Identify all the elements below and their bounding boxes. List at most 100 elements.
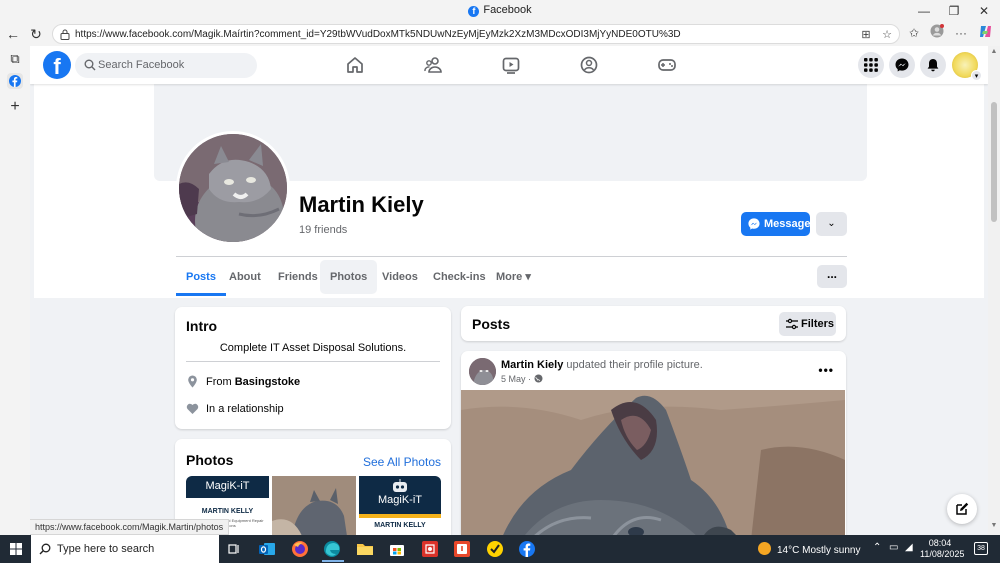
address-bar[interactable]: https://www.facebook.com/Magik.Maírtin?c…	[52, 24, 900, 44]
back-button[interactable]: ←	[5, 26, 21, 42]
red-app-icon[interactable]	[420, 539, 440, 559]
photo-thumb-3[interactable]: MagiK-iT MARTIN KELLY	[359, 476, 441, 535]
outlook-icon[interactable]	[257, 539, 277, 559]
app-available-icon[interactable]: ⊞	[859, 28, 873, 42]
task-view-icon[interactable]	[224, 539, 244, 559]
gaming-icon[interactable]	[657, 55, 677, 75]
messenger-icon	[748, 218, 760, 230]
refresh-button[interactable]: ↻	[28, 26, 44, 42]
battery-icon[interactable]: ▭	[889, 542, 898, 553]
intro-from-row: From Basingstoke	[186, 375, 300, 388]
page-scrollbar[interactable]: ▲ ▼	[988, 46, 1000, 535]
facebook-tab-icon[interactable]	[7, 73, 23, 89]
favorite-star-icon[interactable]: ☆	[880, 28, 894, 42]
facebook-search-input[interactable]: Search Facebook	[75, 53, 257, 78]
profile-header: Martin Kiely 19 friends Message ⌄ Posts …	[34, 84, 984, 298]
intro-bio: Complete IT Asset Disposal Solutions.	[219, 342, 407, 354]
browser-side-panel: ⧉ +	[0, 46, 30, 535]
windows-taskbar: Type here to search 14°C Mostly sunny ⌃ …	[0, 535, 1000, 563]
new-tab-icon[interactable]: +	[7, 99, 23, 115]
profile-options-dropdown[interactable]: ⌄	[816, 212, 847, 236]
filters-label: Filters	[801, 318, 835, 330]
from-place-link[interactable]: Basingstoke	[235, 376, 300, 388]
settings-more-icon[interactable]: ···	[952, 24, 970, 42]
notification-center-badge[interactable]: 38	[974, 542, 988, 555]
tab-check-ins[interactable]: Check-ins	[423, 259, 496, 296]
account-avatar[interactable]: ▾	[952, 52, 982, 81]
edge-icon[interactable]	[322, 539, 342, 559]
photos-title: Photos	[186, 452, 234, 468]
facebook-logo[interactable]: f	[43, 51, 71, 79]
friends-count[interactable]: 19 friends	[299, 224, 347, 236]
friends-icon[interactable]	[423, 55, 443, 75]
posts-header-card: Posts Filters	[461, 306, 846, 341]
edge-active-indicator	[322, 560, 344, 562]
norton-icon[interactable]	[485, 539, 505, 559]
taskbar-search-placeholder: Type here to search	[57, 543, 155, 555]
file-explorer-icon[interactable]	[355, 539, 375, 559]
tab-friends[interactable]: Friends	[268, 259, 328, 296]
tab-about[interactable]: About	[219, 259, 271, 296]
groups-icon[interactable]	[579, 55, 599, 75]
heart-icon	[186, 403, 199, 414]
facebook-taskbar-icon[interactable]	[517, 539, 537, 559]
see-all-photos-link[interactable]: See All Photos	[363, 455, 441, 469]
facebook-top-nav: f Search Facebook ▾	[30, 46, 988, 84]
profile-picture[interactable]	[176, 131, 290, 245]
window-title: f Facebook	[0, 4, 1000, 17]
copilot-icon[interactable]	[976, 24, 994, 42]
post-author-link[interactable]: Martin Kiely	[501, 359, 563, 371]
weather-widget[interactable]: 14°C Mostly sunny	[758, 542, 860, 556]
scrollbar-thumb[interactable]	[991, 102, 997, 222]
browser-toolbar: ← ↻ https://www.facebook.com/Magik.Maírt…	[0, 22, 1000, 46]
post-header-text: Martin Kiely updated their profile pictu…	[501, 359, 703, 371]
tray-chevron-icon[interactable]: ⌃	[873, 542, 881, 553]
status-url-preview: https://www.facebook.com/Magik.Martin/ph…	[30, 519, 230, 535]
menu-grid-icon	[864, 58, 878, 72]
power-app-icon[interactable]	[452, 539, 472, 559]
window-titlebar: f Facebook — ❐ ✕	[0, 0, 1000, 22]
search-icon	[39, 543, 51, 555]
profile-name: Martin Kiely	[299, 192, 424, 217]
tab-videos[interactable]: Videos	[372, 259, 428, 296]
filters-button[interactable]: Filters	[779, 312, 836, 336]
chevron-down-icon: ▾	[971, 70, 982, 81]
store-icon[interactable]	[387, 539, 407, 559]
tab-actions-icon[interactable]: ⧉	[7, 51, 23, 67]
tab-photos[interactable]: Photos	[320, 260, 378, 294]
minimize-button[interactable]: —	[916, 3, 932, 19]
profile-icon[interactable]	[928, 24, 946, 42]
post-author-avatar[interactable]	[469, 358, 496, 385]
favorites-icon[interactable]: ✩	[905, 24, 923, 42]
compose-icon	[956, 502, 969, 515]
message-button[interactable]: Message	[741, 212, 810, 236]
scroll-up-arrow[interactable]: ▲	[990, 48, 998, 55]
message-label: Message	[764, 218, 811, 230]
taskbar-clock[interactable]: 08:04 11/08/2025	[920, 538, 964, 560]
intro-title: Intro	[186, 318, 218, 334]
network-icon[interactable]: ◢	[905, 542, 913, 553]
menu-grid-button[interactable]	[858, 52, 884, 78]
url-text[interactable]: https://www.facebook.com/Magik.Maírtin?c…	[75, 29, 681, 40]
restore-button[interactable]: ❐	[946, 3, 962, 19]
scroll-down-arrow[interactable]: ▼	[990, 522, 998, 529]
close-window-button[interactable]: ✕	[976, 3, 992, 19]
globe-icon	[534, 374, 543, 383]
intro-card: Intro Complete IT Asset Disposal Solutio…	[175, 307, 451, 429]
clock-time: 08:04	[928, 538, 952, 548]
photo-thumb-2[interactable]	[272, 476, 356, 535]
home-icon[interactable]	[345, 55, 365, 75]
notifications-button[interactable]	[920, 52, 946, 78]
post-date[interactable]: 5 May ·	[501, 374, 543, 384]
post-image[interactable]	[461, 390, 845, 535]
profile-more-button[interactable]: ...	[817, 265, 847, 288]
messenger-icon	[895, 58, 909, 72]
firefox-icon[interactable]	[290, 539, 310, 559]
post-more-button[interactable]: •••	[818, 363, 834, 377]
tab-more[interactable]: More ▾	[486, 259, 541, 296]
taskbar-search-input[interactable]: Type here to search	[31, 535, 219, 563]
new-message-button[interactable]	[947, 494, 977, 524]
video-icon[interactable]	[501, 55, 521, 75]
messenger-button[interactable]	[889, 52, 915, 78]
windows-start-icon[interactable]	[10, 543, 22, 555]
